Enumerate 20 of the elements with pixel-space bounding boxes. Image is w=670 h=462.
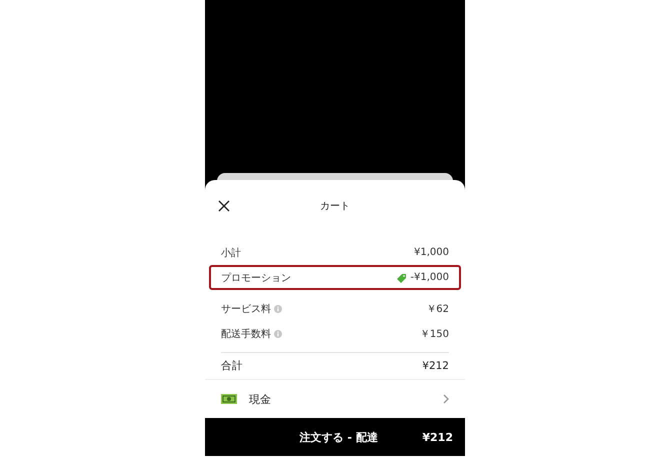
line-label: サービス料 — [221, 302, 271, 316]
payment-method-row[interactable]: 現金 — [205, 380, 465, 418]
total-amount: ¥212 — [422, 360, 449, 372]
line-amount: ￥150 — [420, 328, 449, 340]
total-label: 合計 — [221, 359, 243, 373]
payment-label: 現金 — [249, 392, 272, 406]
chevron-right-icon — [443, 394, 449, 404]
cash-icon — [221, 394, 237, 404]
line-label: プロモーション — [221, 272, 291, 284]
line-amount: ¥1,000 — [414, 247, 449, 258]
close-button[interactable] — [217, 199, 231, 213]
sheet-title: カート — [320, 200, 351, 213]
info-icon — [274, 330, 282, 338]
order-button[interactable]: 注文する - 配達 ¥212 — [205, 418, 465, 456]
line-amount: -¥1,000 — [410, 272, 449, 283]
line-amount: ￥62 — [426, 302, 449, 316]
info-icon — [274, 304, 282, 312]
line-label: 配送手数料 — [221, 328, 271, 340]
tag-icon — [396, 272, 408, 282]
line-label: 小計 — [221, 246, 241, 260]
